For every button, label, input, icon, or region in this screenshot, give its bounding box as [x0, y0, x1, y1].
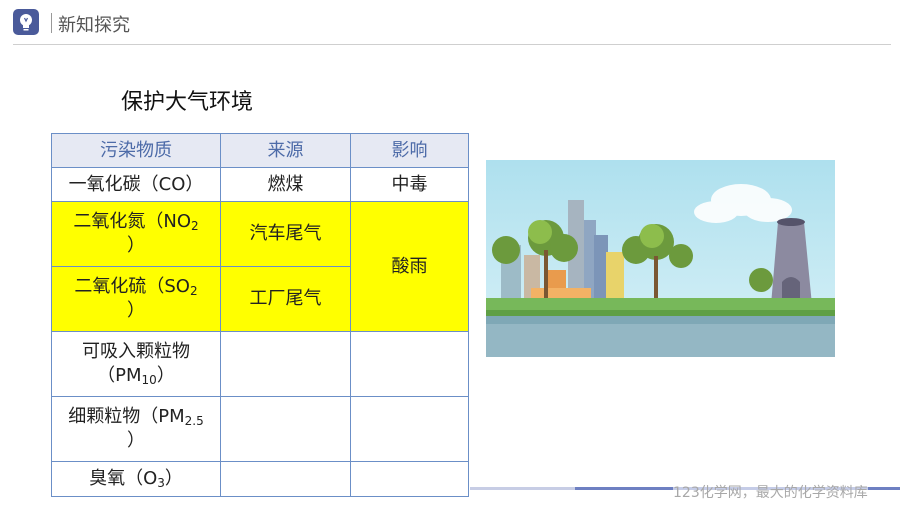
- pollutant-table: 污染物质 来源 影响 一氧化碳（CO） 燃煤 中毒 二氧化氮（NO2） 汽车尾气…: [51, 133, 469, 497]
- table-row-no2: 二氧化氮（NO2） 汽车尾气 酸雨: [51, 201, 469, 332]
- cell-effect-pm10: [350, 331, 469, 397]
- cell-source-o3: [220, 461, 351, 497]
- cell-pollutant-pm10: 可吸入颗粒物 （PM10）: [51, 331, 221, 397]
- cell-source-pm25: [220, 396, 351, 462]
- cell-pollutant-co: 一氧化碳（CO）: [51, 167, 221, 202]
- header-separator: [51, 13, 52, 33]
- table-row-o3: 臭氧（O3）: [51, 461, 469, 497]
- table-header-row: 污染物质 来源 影响: [51, 133, 469, 168]
- cell-effect-o3: [350, 461, 469, 497]
- cell-source-co: 燃煤: [220, 167, 351, 202]
- header-source: 来源: [220, 133, 351, 168]
- cell-effect-acid-rain: 酸雨: [350, 201, 469, 332]
- cell-effect-co: 中毒: [350, 167, 469, 202]
- header-effect: 影响: [350, 133, 469, 168]
- page-title: 新知探究: [58, 15, 130, 36]
- cell-source-no2: 汽车尾气: [220, 201, 351, 267]
- watermark-text: 123化学网，最大的化学资料库: [673, 482, 868, 502]
- section-title: 保护大气环境: [121, 90, 254, 115]
- cell-pollutant-pm25: 细颗粒物（PM2.5）: [51, 396, 221, 462]
- header-pollutant: 污染物质: [51, 133, 221, 168]
- footer-line-light: [470, 487, 575, 490]
- lightbulb-icon: [13, 9, 39, 35]
- table-row-co: 一氧化碳（CO） 燃煤 中毒: [51, 167, 469, 202]
- table-row-pm10: 可吸入颗粒物 （PM10）: [51, 331, 469, 397]
- cell-source-so2: 工厂尾气: [220, 266, 351, 332]
- table-row-pm25: 细颗粒物（PM2.5）: [51, 396, 469, 462]
- cell-pollutant-o3: 臭氧（O3）: [51, 461, 221, 497]
- cell-effect-pm25: [350, 396, 469, 462]
- header-divider: [13, 44, 891, 45]
- header-bar: 新知探究: [0, 0, 900, 46]
- city-pollution-illustration: [486, 160, 835, 357]
- cell-pollutant-so2: 二氧化硫（SO2）: [51, 266, 221, 332]
- cell-source-pm10: [220, 331, 351, 397]
- cell-pollutant-no2: 二氧化氮（NO2）: [51, 201, 221, 267]
